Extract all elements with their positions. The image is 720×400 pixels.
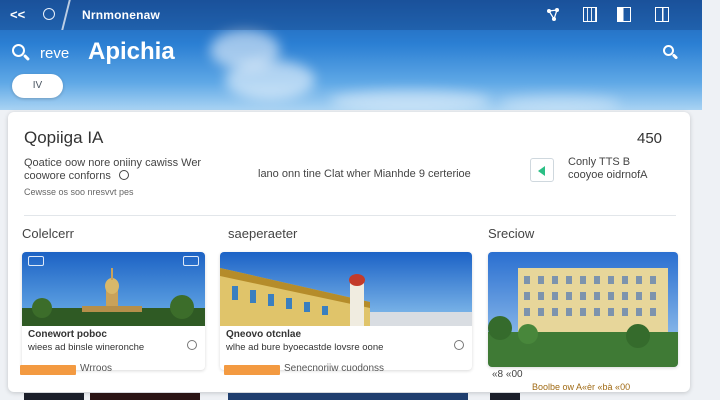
card-meta: «8 «00 [492, 369, 523, 380]
document-icon[interactable] [655, 7, 669, 22]
description-note: Cewsse os soo nresvvt pes [24, 187, 134, 197]
category-tag[interactable] [224, 365, 280, 375]
description-line: coowore conforns [24, 170, 111, 182]
gallery-card[interactable]: Qneovo otcnlae wlhe ad bure byoecastde l… [220, 252, 472, 370]
book-icon[interactable] [617, 7, 631, 22]
card-subtitle: wlhe ad bure byoecastde lovsre oone [226, 342, 384, 353]
back-chevrons-icon[interactable]: << [10, 7, 25, 22]
search-title[interactable]: Apichia [88, 38, 175, 66]
divider [61, 0, 71, 30]
gallery-card[interactable] [488, 252, 678, 367]
card-subtitle: wiees ad binsle wineronche [28, 342, 145, 353]
tag-label: Wrroos [80, 363, 113, 374]
section-label: Colelcerr [22, 226, 75, 241]
share-icon[interactable] [546, 7, 560, 22]
card-photo [488, 252, 678, 367]
card-photo [22, 252, 205, 326]
filter-pill[interactable]: IV [12, 74, 63, 98]
grid-icon[interactable] [583, 7, 597, 22]
next-row-thumbnail [24, 393, 84, 400]
page-title: Qopiiga IA [24, 128, 104, 147]
play-toggle-button[interactable] [530, 158, 554, 182]
tag-label: Senecnoriiw cuodonss [284, 363, 385, 374]
card-title: Qneovo otcnlae [226, 329, 302, 340]
next-row-thumbnail [490, 393, 520, 400]
category-tag[interactable] [20, 365, 76, 375]
card-badge [183, 256, 199, 266]
side-info-line: Conly TTS B [568, 156, 631, 168]
search-prefix: reve [40, 45, 70, 62]
card-title: Conewort poboc [28, 329, 107, 340]
summary-text: lano onn tine Clat wher Mianhde 9 certer… [258, 168, 471, 180]
info-icon[interactable] [119, 170, 129, 180]
card-photo [220, 252, 472, 326]
card-badge [28, 256, 44, 266]
select-radio[interactable] [454, 340, 464, 350]
gallery-card[interactable]: Conewort poboc wiees ad binsle wineronch… [22, 252, 205, 370]
next-row-thumbnail [90, 393, 200, 400]
hero-banner: << Nrnmonenaw reve Apichia IV [0, 0, 702, 110]
card-caption: Qneovo otcnlae wlhe ad bure byoecastde l… [226, 328, 466, 354]
circle-icon[interactable] [43, 8, 55, 20]
play-icon [538, 166, 545, 176]
card-caption: Conewort poboc wiees ad binsle wineronch… [28, 328, 199, 354]
cloud-decoration [330, 90, 490, 110]
app-title: Nrnmonenaw [82, 8, 161, 22]
description-line: Qoatice oow nore oniiny cawiss Wer [24, 157, 202, 169]
search-icon[interactable] [663, 45, 679, 61]
divider [24, 215, 676, 216]
cloud-decoration [500, 95, 620, 110]
result-count: 450 [637, 130, 663, 147]
search-icon[interactable] [12, 44, 31, 62]
next-row-thumbnail [228, 393, 468, 400]
cloud-decoration [225, 60, 315, 100]
card-sub: Boolbe ow A«èr «bà «00 [532, 382, 631, 392]
content-panel: Qopiiga IA 450 Qoatice oow nore oniiny c… [8, 112, 690, 392]
select-radio[interactable] [187, 340, 197, 350]
side-info-line: cooyoe oidrnofA [568, 169, 648, 181]
section-label: Sreciow [488, 226, 535, 241]
top-toolbar: << Nrnmonenaw [0, 0, 702, 30]
section-label: saeperaeter [228, 226, 298, 241]
